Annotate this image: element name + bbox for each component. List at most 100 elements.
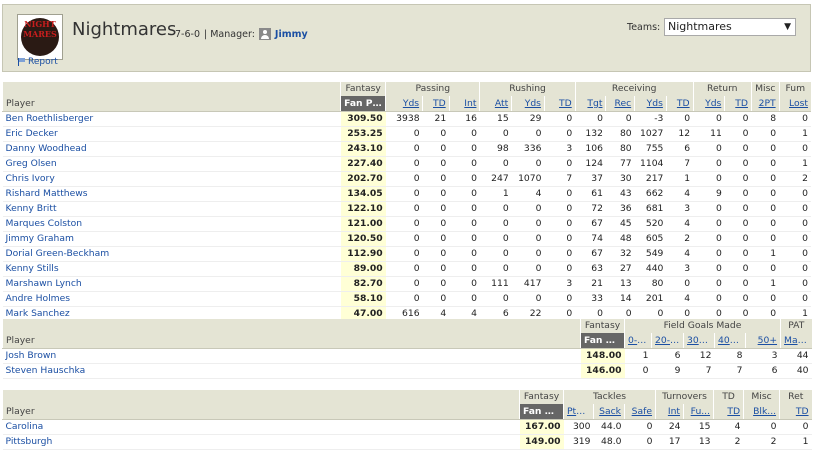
group-misc: Misc (743, 390, 780, 404)
sort-fum[interactable]: Fu... (683, 404, 714, 420)
player-name-link[interactable]: Marshawn Lynch (2, 276, 341, 292)
report-label[interactable]: Report (28, 57, 58, 67)
stat-cell: 98 (479, 141, 512, 157)
sort-rush-td[interactable]: TD (543, 96, 576, 112)
team-record: 7-6-0 (175, 28, 200, 40)
sort-fan-pts[interactable]: Fan Pts (340, 96, 386, 112)
stat-cell: 0 (544, 126, 576, 142)
stat-cell: 0 (724, 111, 752, 127)
player-column-header: Player (2, 404, 520, 420)
player-name-link[interactable]: Kenny Stills (2, 261, 341, 277)
player-name-link[interactable]: Marques Colston (2, 216, 341, 232)
stat-cell: 7 (666, 156, 694, 172)
sort-fan-pts[interactable]: Fan Pts (580, 333, 625, 349)
stat-cell: 0 (544, 111, 576, 127)
stat-cell: 0 (511, 126, 545, 142)
stat-cell: 0 (779, 419, 812, 435)
sort-int[interactable]: Int (655, 404, 684, 420)
sort-fg-30-39[interactable]: 30-39 (683, 333, 715, 349)
stat-cell: 12 (683, 348, 715, 364)
stat-cell: 33 (575, 291, 606, 307)
sort-ret-td[interactable]: TD (779, 404, 812, 420)
teams-select[interactable]: Nightmares ▼ (664, 18, 796, 36)
sort-safe[interactable]: Safe (623, 404, 656, 420)
player-name-link[interactable]: Kenny Britt (2, 201, 341, 217)
sort-fg-50plus[interactable]: 50+ (744, 333, 781, 349)
stat-cell: 0 (779, 261, 811, 277)
manager-link[interactable]: Jimmy (275, 29, 308, 40)
sort-pass-td[interactable]: TD (422, 96, 450, 112)
stat-cell: 9 (693, 186, 725, 202)
player-name-link[interactable]: Jimmy Graham (2, 231, 341, 247)
table-row: Steven Hauschka 146.00 0 9 7 7 6 40 (2, 363, 812, 379)
sort-rec-td[interactable]: TD (665, 96, 694, 112)
sort-misc-2pt[interactable]: 2PT (750, 96, 780, 112)
stat-cell: 0 (449, 141, 480, 157)
stat-cell: 755 (634, 141, 667, 157)
player-name-link[interactable]: Pittsburgh (2, 434, 520, 450)
stat-cell: 32 (605, 246, 635, 262)
offense-column-header: Player Fan Pts Yds TD Int Att Yds TD Tgt… (1, 96, 811, 112)
sort-rush-yds[interactable]: Yds (511, 96, 545, 112)
stat-cell: 0 (385, 276, 423, 292)
sort-sack[interactable]: Sack (593, 404, 625, 420)
stat-cell: 0 (693, 111, 725, 127)
stat-cell: 2 (779, 171, 811, 187)
player-name-link[interactable]: Dorial Green-Beckham (2, 246, 341, 262)
stat-cell: 1027 (634, 126, 667, 142)
stat-cell: 0 (449, 231, 480, 247)
stat-cell: 0 (693, 141, 725, 157)
stat-cell: 0 (779, 201, 811, 217)
stat-cell: 1104 (634, 156, 667, 172)
player-name-link[interactable]: Josh Brown (2, 348, 581, 364)
sort-pass-yds[interactable]: Yds (385, 96, 423, 112)
stat-cell: 0 (422, 126, 450, 142)
sort-fg-0-19[interactable]: 0-19 (624, 333, 652, 349)
sort-fg-40-49[interactable]: 40-49 (714, 333, 746, 349)
player-name-link[interactable]: Chris Ivory (2, 171, 341, 187)
fan-pts-cell: 89.00 (340, 261, 386, 277)
sort-pts-allowed[interactable]: Pts ... (563, 404, 594, 420)
stat-cell: 0 (779, 291, 811, 307)
sort-fg-20-29[interactable]: 20-29 (651, 333, 684, 349)
stat-cell: 17 (655, 434, 684, 450)
stat-cell: 13 (683, 434, 714, 450)
stat-cell: 8 (714, 348, 746, 364)
logo-text: NIGHT MARES (23, 19, 57, 39)
fan-pts-cell: 134.05 (340, 186, 386, 202)
player-name-link[interactable]: Rishard Matthews (2, 186, 341, 202)
sort-ret-yds[interactable]: Yds (692, 96, 725, 112)
sort-rec-rec[interactable]: Rec (605, 96, 635, 112)
stat-cell: 30 (605, 171, 635, 187)
sort-blk[interactable]: Blk... (743, 404, 780, 420)
stat-cell: 0 (724, 156, 752, 172)
stat-cell: 0 (724, 141, 752, 157)
player-name-link[interactable]: Greg Olsen (2, 156, 341, 172)
stat-cell: 0 (422, 231, 450, 247)
stat-cell: 549 (634, 246, 667, 262)
sort-pass-int[interactable]: Int (448, 96, 480, 112)
player-name-link[interactable]: Ben Roethlisberger (2, 111, 341, 127)
sort-rush-att[interactable]: Att (479, 96, 512, 112)
stat-cell: 0 (449, 246, 480, 262)
sort-fum-lost[interactable]: Lost (778, 96, 811, 112)
stat-cell: 40 (780, 363, 812, 379)
player-name-link[interactable]: Steven Hauschka (2, 363, 581, 379)
sort-rec-yds[interactable]: Yds (634, 96, 667, 112)
player-name-link[interactable]: Andre Holmes (2, 291, 341, 307)
stat-cell: 4 (511, 186, 545, 202)
player-name-link[interactable]: Eric Decker (2, 126, 341, 142)
player-name-link[interactable]: Danny Woodhead (2, 141, 341, 157)
player-name-link[interactable]: Carolina (2, 419, 520, 435)
sort-ret-td[interactable]: TD (724, 96, 752, 112)
sort-pat-made[interactable]: Made (780, 333, 812, 349)
report-link[interactable]: Report (18, 57, 58, 67)
stat-cell: 0 (449, 186, 480, 202)
sort-rec-tgt[interactable]: Tgt (574, 96, 606, 112)
sort-fan-pts[interactable]: Fan Pts (519, 404, 564, 420)
stat-cell: 0 (779, 276, 811, 292)
table-row: Kenny Britt 122.10 0 0 0 0 0 0 72 36 681 3 0 0 0 0 (2, 201, 811, 217)
table-row: Josh Brown 148.00 1 6 12 8 3 44 (2, 348, 812, 364)
sort-td[interactable]: TD (713, 404, 744, 420)
stat-cell: 0 (479, 126, 512, 142)
